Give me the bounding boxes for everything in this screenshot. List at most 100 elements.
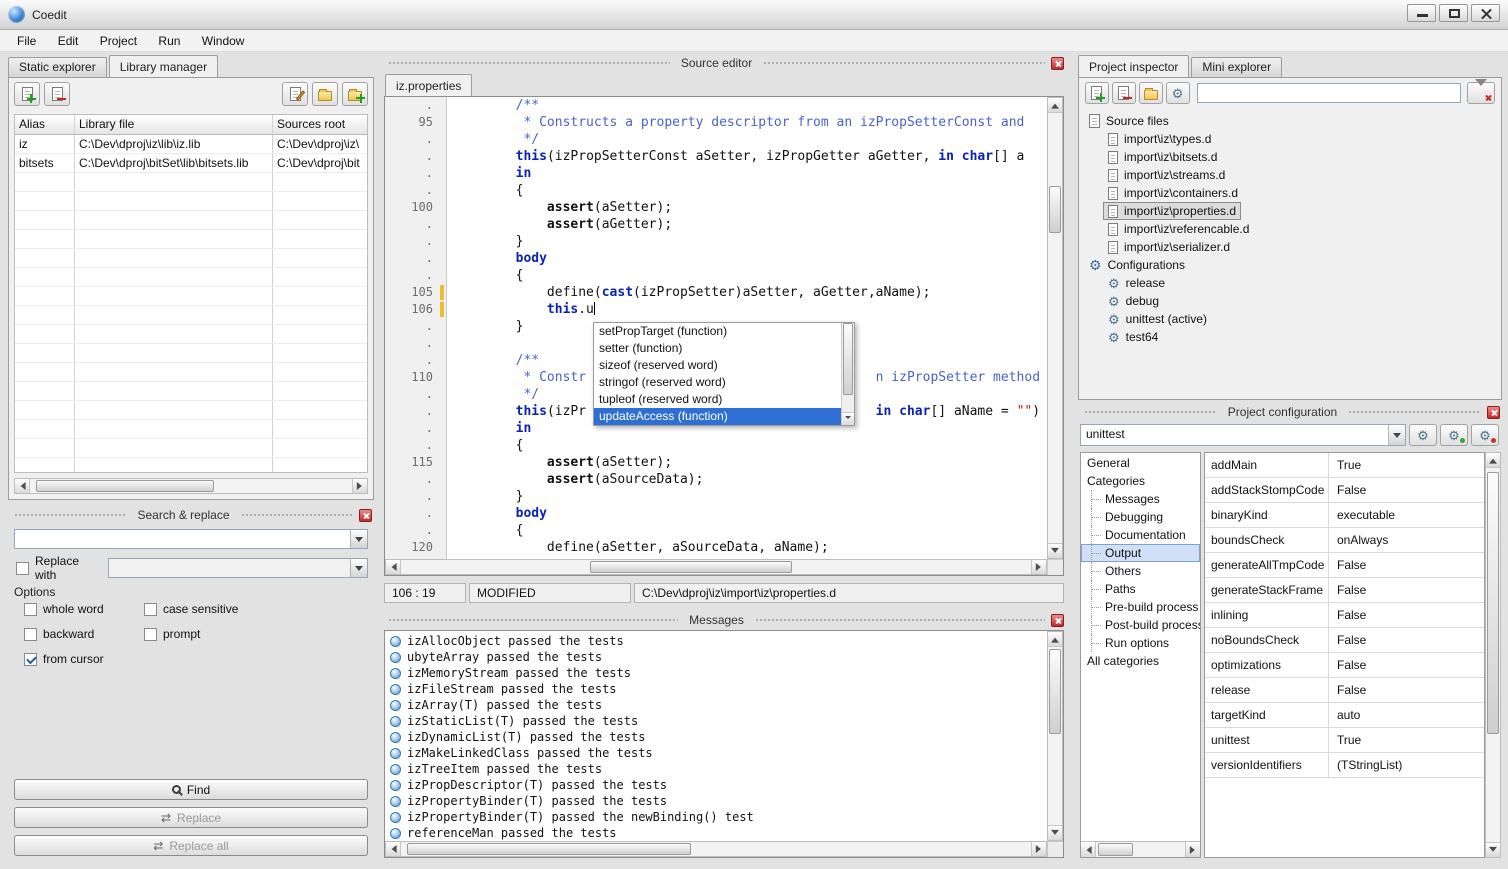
tree-item-file[interactable]: import\iz\referencable.d [1103, 220, 1254, 238]
tree-item-file[interactable]: import\iz\bitsets.d [1103, 148, 1222, 166]
config-sync-button[interactable]: ⚙ [1409, 424, 1437, 446]
scroll-right-button[interactable] [352, 479, 367, 493]
option-whole-word[interactable]: whole word [24, 602, 144, 616]
tab-project-inspector[interactable]: Project inspector [1078, 55, 1189, 77]
message-row[interactable]: izDynamicList(T) passed the tests [385, 729, 1047, 745]
property-value[interactable]: False [1329, 628, 1484, 652]
column-sources-root[interactable]: Sources root [273, 115, 367, 134]
scrollbar-thumb[interactable] [843, 323, 853, 395]
checkbox-box[interactable] [24, 628, 37, 641]
column-alias[interactable]: Alias [15, 115, 75, 134]
completion-item[interactable]: stringof (reserved word) [594, 374, 841, 391]
message-row[interactable]: izPropertyBinder(T) passed the newBindin… [385, 809, 1047, 825]
project-tools-button[interactable]: ⚙ [1166, 82, 1190, 104]
scrollbar-thumb[interactable] [1049, 186, 1061, 233]
table-row[interactable]: izC:\Dev\dproj\iz\lib\iz.libC:\Dev\dproj… [15, 135, 367, 154]
close-messages-panel-button[interactable] [1051, 614, 1064, 627]
property-value[interactable]: auto [1329, 703, 1484, 727]
column-library-file[interactable]: Library file [75, 115, 273, 134]
tree-node-source-files[interactable]: Source files [1081, 112, 1499, 130]
scrollbar-thumb[interactable] [36, 480, 213, 492]
category-item[interactable]: Documentation [1081, 526, 1200, 544]
tree-item-file[interactable]: import\iz\containers.d [1103, 184, 1243, 202]
remove-file-button[interactable] [1112, 82, 1136, 104]
completion-item[interactable]: sizeof (reserved word) [594, 357, 841, 374]
property-value[interactable]: False [1329, 678, 1484, 702]
scroll-down-button[interactable] [1486, 842, 1500, 857]
scroll-right-button[interactable] [1185, 842, 1200, 857]
checkbox-box[interactable] [24, 603, 37, 616]
scroll-left-button[interactable] [1081, 842, 1096, 857]
category-item[interactable]: Categories [1081, 472, 1200, 490]
message-row[interactable]: izFileStream passed the tests [385, 681, 1047, 697]
scrollbar-track[interactable] [30, 479, 352, 493]
scrollbar-track[interactable] [1048, 113, 1062, 543]
add-file-button[interactable] [1085, 82, 1109, 104]
editor-hscrollbar[interactable] [385, 559, 1047, 575]
category-item[interactable]: Output [1081, 544, 1200, 562]
tab-mini-explorer[interactable]: Mini explorer [1191, 57, 1282, 77]
property-value[interactable]: True [1329, 453, 1484, 477]
tree-node-configurations[interactable]: ⚙ Configurations [1081, 256, 1499, 274]
message-row[interactable]: izTreeItem passed the tests [385, 761, 1047, 777]
completion-item[interactable]: setter (function) [594, 340, 841, 357]
property-value[interactable]: False [1329, 478, 1484, 502]
config-remove-button[interactable]: ⚙ [1471, 424, 1499, 446]
tree-item-config[interactable]: ⚙debug [1103, 292, 1164, 310]
category-item[interactable]: General [1081, 454, 1200, 472]
select-library-file-button[interactable] [312, 82, 338, 106]
tree-item-file[interactable]: import\iz\serializer.d [1103, 238, 1235, 256]
remove-library-button[interactable] [44, 82, 70, 106]
replace-with-checkbox[interactable] [16, 562, 29, 575]
option-from-cursor[interactable]: from cursor [24, 652, 144, 666]
completion-item[interactable]: updateAccess (function) [594, 408, 841, 425]
scroll-right-button[interactable] [1031, 842, 1046, 856]
replace-all-button[interactable]: ⇄ Replace all [14, 835, 368, 856]
replace-button[interactable]: ⇄ Replace [14, 807, 368, 828]
category-item[interactable]: Run options [1081, 634, 1200, 652]
message-row[interactable]: ubyteArray passed the tests [385, 649, 1047, 665]
close-search-panel-button[interactable] [359, 509, 372, 522]
tab-library-manager[interactable]: Library manager [109, 55, 218, 77]
tree-item-file[interactable]: import\iz\properties.d [1103, 202, 1241, 220]
select-sources-root-button[interactable] [342, 82, 368, 106]
message-row[interactable]: izStaticList(T) passed the tests [385, 713, 1047, 729]
scrollbar-thumb[interactable] [1098, 843, 1134, 856]
message-row[interactable]: izArray(T) passed the tests [385, 697, 1047, 713]
scrollbar-thumb[interactable] [407, 843, 691, 855]
message-row[interactable]: izMakeLinkedClass passed the tests [385, 745, 1047, 761]
completion-item[interactable]: tupleof (reserved word) [594, 391, 841, 408]
tree-item-config[interactable]: ⚙test64 [1103, 328, 1163, 346]
library-hscrollbar[interactable] [14, 478, 368, 494]
replace-term-combo[interactable] [108, 558, 368, 578]
menu-window[interactable]: Window [193, 30, 254, 52]
scrollbar-track[interactable] [1486, 468, 1500, 842]
close-button[interactable] [1471, 4, 1500, 22]
category-item[interactable]: Messages [1081, 490, 1200, 508]
checkbox-box[interactable] [144, 603, 157, 616]
configuration-combo[interactable]: unittest [1080, 424, 1406, 446]
menu-run[interactable]: Run [149, 30, 189, 52]
scroll-up-button[interactable] [1486, 453, 1500, 468]
option-backward[interactable]: backward [24, 627, 144, 641]
tree-item-config[interactable]: ⚙release [1103, 274, 1170, 292]
scroll-left-button[interactable] [15, 479, 30, 493]
category-item[interactable]: Others [1081, 562, 1200, 580]
messages-hscrollbar[interactable] [385, 841, 1047, 857]
message-row[interactable]: izPropDescriptor(T) passed the tests [385, 777, 1047, 793]
category-item[interactable]: Pre-build process [1081, 598, 1200, 616]
scrollbar-thumb[interactable] [1487, 472, 1499, 734]
scroll-down-button[interactable] [1048, 543, 1062, 558]
completion-item[interactable]: setPropTarget (function) [594, 323, 841, 340]
close-editor-panel-button[interactable] [1051, 57, 1064, 70]
scrollbar-track[interactable] [401, 560, 1031, 574]
category-item[interactable]: Post-build process [1081, 616, 1200, 634]
category-item[interactable]: All categories [1081, 652, 1200, 670]
category-item[interactable]: Debugging [1081, 508, 1200, 526]
scrollbar-thumb[interactable] [1049, 649, 1061, 734]
scroll-down-button[interactable] [842, 412, 854, 425]
search-term-combo[interactable] [14, 529, 368, 549]
edit-alias-button[interactable] [282, 82, 308, 106]
add-library-button[interactable] [14, 82, 40, 106]
close-config-panel-button[interactable] [1487, 406, 1500, 419]
